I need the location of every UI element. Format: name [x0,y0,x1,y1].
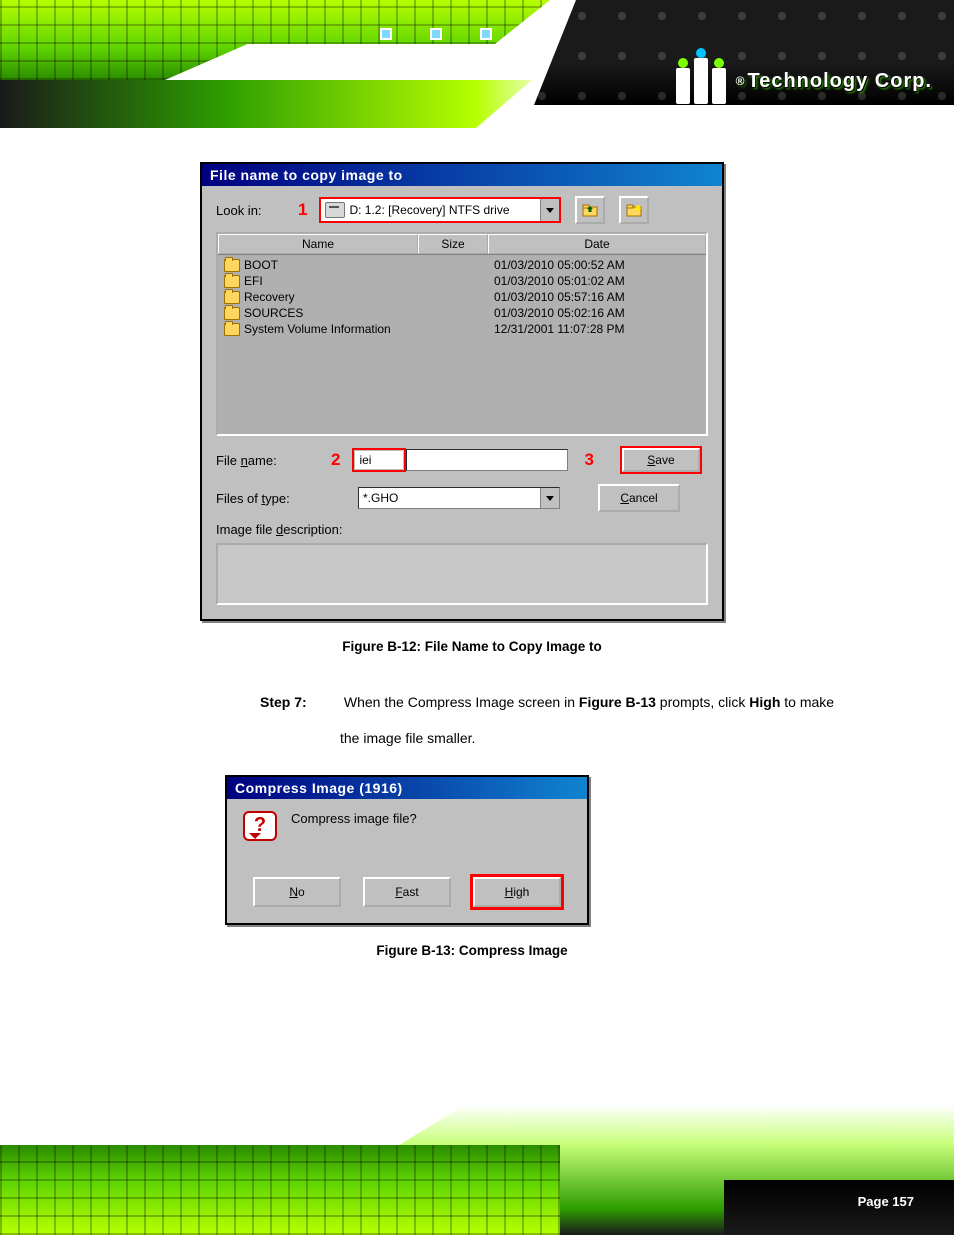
figure-caption-2: Figure B-13: Compress Image [60,943,884,958]
page-content: File name to copy image to Look in: 1 D:… [0,140,954,988]
col-size[interactable]: Size [418,234,488,254]
file-list[interactable]: Name Size Date BOOT 01/03/2010 05:00:52 … [216,232,708,436]
decorative-pcb-left [0,0,550,80]
brand-name: Technology Corp. [747,70,932,93]
no-button[interactable]: No [253,877,341,907]
dialog-compress-image: Compress Image (1916) ? Compress image f… [225,775,589,925]
folder-icon [224,323,240,336]
folder-icon [224,307,240,320]
file-name-highlight: iei [352,448,406,472]
list-item[interactable]: SOURCES 01/03/2010 05:02:16 AM [224,305,700,321]
page-footer-banner: Page 157 [0,1105,954,1235]
dialog1-title: File name to copy image to [202,164,722,186]
file-name-input[interactable]: iei [355,451,403,469]
dialog2-title: Compress Image (1916) [227,777,587,799]
list-item[interactable]: BOOT 01/03/2010 05:00:52 AM [224,257,700,273]
brand-logo-icon [676,58,726,104]
registered-mark: ® [736,74,746,88]
chevron-down-icon[interactable] [540,199,559,221]
page-number: Page 157 [858,1194,914,1209]
file-name-label: File name: [216,453,277,468]
files-of-type-dropdown[interactable]: *.GHO [358,487,560,509]
new-folder-button[interactable] [619,196,649,224]
brand-block: ® Technology Corp. [676,58,932,104]
look-in-label: Look in: [216,203,288,218]
folder-icon [224,275,240,288]
step-label: Step 7: [260,684,340,720]
list-item[interactable]: EFI 01/03/2010 05:01:02 AM [224,273,700,289]
annotation-marker-1: 1 [298,200,307,220]
chevron-down-icon[interactable] [540,488,559,508]
compress-message: Compress image file? [291,811,417,826]
decorative-pcb-bottom [0,1145,560,1235]
dialog-file-name-to-copy-image-to: File name to copy image to Look in: 1 D:… [200,162,724,621]
decorative-dark-right [724,1180,954,1235]
files-of-type-label: Files of type: [216,491,290,506]
files-of-type-value: *.GHO [359,491,540,505]
file-name-input-rest[interactable] [406,449,568,471]
figure-caption-1: Figure B-12: File Name to Copy Image to [60,639,884,654]
annotation-marker-2: 2 [331,450,340,470]
annotation-marker-3: 3 [584,450,593,470]
image-description-label: Image file description: [216,522,708,537]
list-item[interactable]: Recovery 01/03/2010 05:57:16 AM [224,289,700,305]
page-header-banner: ® Technology Corp. [0,0,954,130]
folder-icon [224,291,240,304]
col-date[interactable]: Date [488,234,706,254]
folder-icon [224,259,240,272]
folder-up-icon [582,203,598,217]
decorative-dots [380,28,492,40]
col-name[interactable]: Name [218,234,418,254]
file-list-header: Name Size Date [218,234,706,255]
high-button[interactable]: High [473,877,561,907]
save-button[interactable]: Save [620,446,702,474]
step-7-text: Step 7: When the Compress Image screen i… [260,684,844,757]
look-in-value: D: 1.2: [Recovery] NTFS drive [349,203,540,217]
list-item[interactable]: System Volume Information 12/31/2001 11:… [224,321,700,337]
fast-button[interactable]: Fast [363,877,451,907]
drive-icon [325,202,345,218]
up-one-level-button[interactable] [575,196,605,224]
decorative-gradient-strip [0,80,560,128]
image-description-input[interactable] [216,543,708,605]
look-in-dropdown[interactable]: D: 1.2: [Recovery] NTFS drive [319,197,561,223]
new-folder-icon [626,203,642,217]
cancel-button[interactable]: Cancel [598,484,680,512]
question-icon: ? [243,811,277,845]
